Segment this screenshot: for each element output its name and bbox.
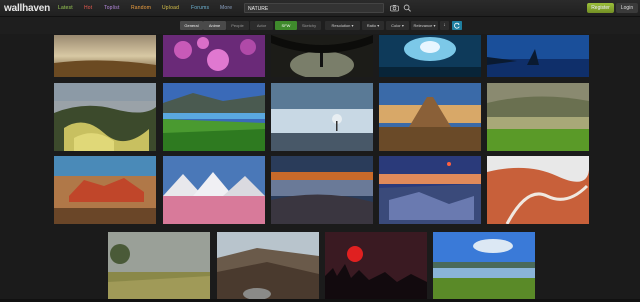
thumb-ice-cave[interactable] <box>379 35 481 77</box>
top-bar: wallhaven Latest Hot Toplist Random Uplo… <box>0 0 640 17</box>
nav-more[interactable]: More <box>220 5 232 11</box>
purity-sfw-toggle[interactable]: SFW <box>275 21 297 30</box>
thumb-lake-meadow[interactable] <box>487 83 589 151</box>
thumb-cloud-sea[interactable] <box>271 156 373 224</box>
thumb-mountain-valley[interactable] <box>217 232 319 300</box>
thumb-striped-hills[interactable] <box>54 83 156 151</box>
sort-order-button[interactable]: ↓ <box>440 21 449 30</box>
thumb-blue-lake[interactable] <box>487 35 589 77</box>
refresh-icon[interactable] <box>452 21 462 30</box>
purity-sketchy-toggle[interactable]: Sketchy <box>297 21 321 30</box>
thumb-foggy-field[interactable] <box>108 232 210 300</box>
nav-forums[interactable]: Forums <box>191 5 209 11</box>
thumb-desert-butte[interactable] <box>379 83 481 151</box>
nav-upload[interactable]: Upload <box>162 5 179 11</box>
category-anime-toggle[interactable]: Anime <box>203 21 226 30</box>
search-input[interactable]: NATURE <box>244 3 384 13</box>
nav-hot[interactable]: Hot <box>84 5 92 11</box>
thumb-prairie-sunset[interactable] <box>54 35 156 77</box>
search-icon[interactable] <box>402 3 413 13</box>
thumb-red-canyon[interactable] <box>487 156 589 224</box>
ratio-dropdown[interactable]: Ratio ▾ <box>362 21 384 30</box>
nav-latest[interactable]: Latest <box>58 5 73 11</box>
category-general-toggle[interactable]: General <box>180 21 203 30</box>
thumb-red-rocks[interactable] <box>54 156 156 224</box>
thumb-green-wetland[interactable] <box>433 232 535 300</box>
thumb-salt-pink-lake[interactable] <box>163 156 265 224</box>
thumb-purple-flowers[interactable] <box>163 35 265 77</box>
thumb-rocky-shore-night[interactable] <box>379 156 481 224</box>
nav-random[interactable]: Random <box>131 5 151 11</box>
thumb-coast-hills[interactable] <box>163 83 265 151</box>
register-button[interactable]: Register <box>587 3 614 13</box>
sort-dropdown[interactable]: Relevance ▾ <box>411 21 438 30</box>
category-people-toggle[interactable]: People <box>226 21 249 30</box>
thumb-misty-tree[interactable] <box>271 83 373 151</box>
color-dropdown[interactable]: Color ▾ <box>386 21 409 30</box>
resolution-dropdown[interactable]: Resolution ▾ <box>325 21 360 30</box>
nav-toplist[interactable]: Toplist <box>104 5 120 11</box>
site-logo[interactable]: wallhaven <box>4 3 50 14</box>
camera-icon[interactable] <box>389 3 400 13</box>
filter-bar: General Anime People Actor SFW Sketchy R… <box>0 17 640 34</box>
category-actor-toggle[interactable]: Actor <box>250 21 273 30</box>
thumb-dark-tree-arch[interactable] <box>271 35 373 77</box>
thumb-red-moon-forest[interactable] <box>325 232 427 300</box>
login-button[interactable]: Login <box>616 3 638 13</box>
